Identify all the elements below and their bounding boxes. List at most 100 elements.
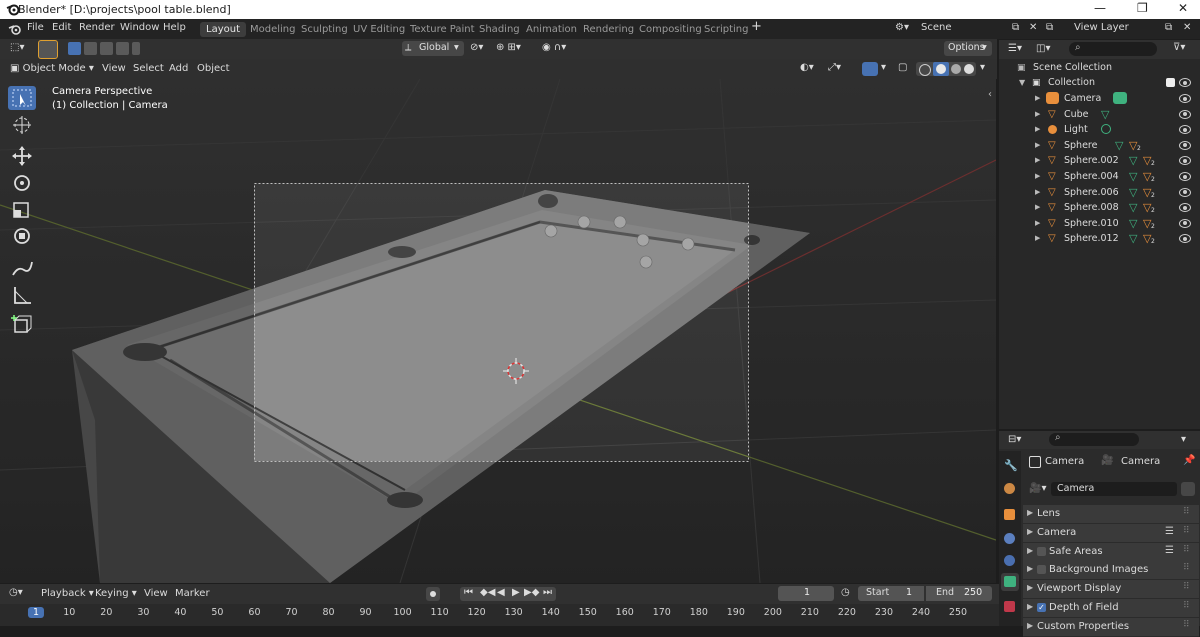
display-mode-icon[interactable]: ◫▾ bbox=[1036, 43, 1050, 54]
mesh-data-icon[interactable]: ▽ bbox=[1129, 217, 1137, 230]
fake-user-icon[interactable] bbox=[1181, 482, 1195, 496]
menu-help[interactable]: Help bbox=[163, 22, 186, 33]
snap-icon[interactable]: ⊕ ⊞▾ bbox=[496, 42, 521, 53]
expand-arrow-icon[interactable]: ▶ bbox=[1035, 141, 1040, 149]
tab-animation[interactable]: Animation bbox=[520, 22, 583, 37]
object-visibility-icon[interactable]: ◐▾ bbox=[800, 62, 814, 73]
expand-arrow-icon[interactable]: ▶ bbox=[1035, 94, 1040, 102]
tab-sculpting[interactable]: Sculpting bbox=[295, 22, 354, 37]
outliner-item[interactable]: ▶ Camera bbox=[999, 92, 1200, 107]
timeline-ruler[interactable]: 1 10 20 30 40 50 60 70 80 90 100 110 120 130 140 150 160… bbox=[0, 604, 999, 626]
drag-handle-icon[interactable]: ⠿ bbox=[1183, 582, 1190, 592]
maximize-icon[interactable]: ❐ bbox=[1137, 1, 1148, 15]
menu-window[interactable]: Window bbox=[120, 22, 159, 33]
material-icon[interactable]: ▽ 2 bbox=[1143, 170, 1155, 183]
menu-select[interactable]: Select bbox=[133, 63, 164, 74]
properties-panel-row[interactable]: ▶ Lens ⠿ bbox=[1023, 505, 1199, 524]
visibility-eye-icon[interactable] bbox=[1179, 125, 1191, 135]
minimize-icon[interactable]: — bbox=[1094, 1, 1106, 15]
view-layer-copy-icon[interactable]: ⧉ bbox=[1165, 22, 1172, 33]
panel-checkbox[interactable]: ✓ bbox=[1037, 603, 1046, 612]
outliner-editor-type-icon[interactable]: ☰▾ bbox=[1008, 43, 1022, 54]
options-dropdown[interactable]: Options ▾ bbox=[944, 41, 992, 56]
scene-copy-icon[interactable]: ⧉ bbox=[1012, 22, 1019, 33]
tab-compositing[interactable]: Compositing bbox=[633, 22, 708, 37]
tab-uv-editing[interactable]: UV Editing bbox=[347, 22, 411, 37]
expand-arrow-icon[interactable]: ▼ bbox=[1019, 78, 1025, 87]
play-icon[interactable]: ▶ bbox=[512, 587, 520, 598]
material-shading-icon[interactable] bbox=[951, 64, 961, 74]
add-cube-tool-icon[interactable] bbox=[8, 313, 36, 337]
expand-arrow-icon[interactable]: ▶ bbox=[1035, 219, 1040, 227]
close-icon[interactable]: ✕ bbox=[1178, 1, 1188, 15]
physics-tab-icon[interactable] bbox=[1004, 533, 1015, 544]
expand-arrow-icon[interactable]: ▶ bbox=[1035, 234, 1040, 242]
transform-orientation-dropdown[interactable]: ⟂ Global ▾ bbox=[402, 41, 464, 56]
play-reverse-icon[interactable]: ◀ bbox=[497, 587, 505, 598]
select-box-tool-icon[interactable] bbox=[8, 86, 36, 110]
menu-edit[interactable]: Edit bbox=[52, 22, 71, 33]
context-data-name[interactable]: Camera bbox=[1121, 456, 1160, 467]
outliner-item[interactable]: ▶ ▽ Sphere.008 ▽ ▽ 2 bbox=[999, 201, 1200, 216]
scene-close-icon[interactable]: ✕ bbox=[1029, 22, 1037, 33]
tab-modeling[interactable]: Modeling bbox=[244, 22, 302, 37]
texture-tab-icon[interactable] bbox=[1004, 601, 1015, 612]
editor-type-icon[interactable]: ⬚▾ bbox=[10, 42, 24, 53]
menu-playback[interactable]: Playback ▾ bbox=[41, 588, 94, 599]
object-mode-dropdown[interactable]: ▣ Object Mode ▾ bbox=[10, 63, 94, 74]
selection-mode-icons[interactable] bbox=[68, 42, 140, 55]
outliner-item[interactable]: ▶ ▽ Sphere.010 ▽ ▽ 2 bbox=[999, 217, 1200, 232]
expand-arrow-icon[interactable]: ▶ bbox=[1035, 110, 1040, 118]
mesh-data-icon[interactable]: ▽ bbox=[1129, 154, 1137, 167]
properties-options-icon[interactable]: ▾ bbox=[1181, 434, 1186, 445]
menu-render[interactable]: Render bbox=[79, 22, 115, 33]
context-object-name[interactable]: Camera bbox=[1045, 456, 1084, 467]
expand-arrow-icon[interactable]: ▶ bbox=[1035, 172, 1040, 180]
measure-tool-icon[interactable] bbox=[8, 283, 36, 307]
material-icon[interactable]: ▽ 2 bbox=[1129, 139, 1141, 152]
material-icon[interactable]: ▽ 2 bbox=[1143, 186, 1155, 199]
properties-panel-row[interactable]: ▶ Viewport Display ⠿ bbox=[1023, 580, 1199, 600]
properties-panel-row[interactable]: ▶ Camera ☰ ⠿ bbox=[1023, 523, 1199, 543]
visibility-eye-icon[interactable] bbox=[1179, 234, 1191, 244]
view-layer-name[interactable]: View Layer bbox=[1074, 22, 1129, 33]
visibility-eye-icon[interactable] bbox=[1179, 94, 1191, 103]
overlay-dropdown-icon[interactable]: ▾ bbox=[881, 62, 886, 73]
tab-rendering[interactable]: Rendering bbox=[577, 22, 640, 37]
pivot-point-icon[interactable]: ⊘▾ bbox=[470, 42, 483, 53]
outliner-item[interactable]: ▶ ▽ Sphere.012 ▽ ▽ 2 bbox=[999, 232, 1200, 247]
material-icon[interactable]: ▽ 2 bbox=[1143, 217, 1155, 230]
outliner-item[interactable]: ▶ Light bbox=[999, 123, 1200, 138]
expand-arrow-icon[interactable]: ▶ bbox=[1035, 125, 1040, 133]
proportional-edit-icon[interactable]: ◉ ∩▾ bbox=[542, 42, 566, 53]
scale-tool-icon[interactable] bbox=[8, 198, 36, 222]
menu-timeline-view[interactable]: View bbox=[144, 588, 168, 599]
view-layer-close-icon[interactable]: ✕ bbox=[1183, 22, 1191, 33]
scene-tab-icon[interactable] bbox=[1004, 483, 1015, 494]
drag-handle-icon[interactable]: ⠿ bbox=[1183, 507, 1190, 517]
drag-handle-icon[interactable]: ⠿ bbox=[1183, 601, 1190, 611]
select-tool-icon[interactable] bbox=[38, 40, 58, 59]
pin-icon[interactable]: 📌 bbox=[1183, 455, 1195, 466]
material-icon[interactable]: ▽ 2 bbox=[1143, 201, 1155, 214]
scene-name[interactable]: Scene bbox=[921, 22, 952, 33]
camera-browse-icon[interactable]: 🎥▾ bbox=[1029, 483, 1046, 494]
mesh-data-icon[interactable]: ▽ bbox=[1129, 170, 1137, 183]
tab-scripting[interactable]: Scripting bbox=[698, 22, 754, 37]
menu-view[interactable]: View bbox=[102, 63, 126, 74]
menu-marker[interactable]: Marker bbox=[175, 588, 210, 599]
camera-data-icon[interactable] bbox=[1113, 92, 1127, 104]
presets-icon[interactable]: ☰ bbox=[1165, 526, 1174, 537]
tool-tab-icon[interactable]: 🔧 bbox=[1004, 459, 1018, 472]
properties-search-input[interactable]: ⌕ bbox=[1049, 432, 1139, 446]
mesh-data-icon[interactable]: ▽ bbox=[1129, 201, 1137, 214]
shading-options-icon[interactable]: ▾ bbox=[980, 62, 985, 73]
mesh-data-icon[interactable]: ▽ bbox=[1115, 139, 1123, 152]
end-frame-field[interactable]: End 250 bbox=[926, 586, 992, 601]
outliner-item[interactable]: ▶ ▽ Sphere.004 ▽ ▽ 2 bbox=[999, 170, 1200, 185]
visibility-eye-icon[interactable] bbox=[1179, 109, 1191, 119]
tab-shading[interactable]: Shading bbox=[473, 22, 526, 37]
next-keyframe-icon[interactable]: ▶◆ bbox=[524, 587, 539, 598]
scene-type-icon[interactable]: ⚙▾ bbox=[895, 22, 909, 33]
properties-panel-row[interactable]: ▶ Background Images ⠿ bbox=[1023, 561, 1199, 581]
